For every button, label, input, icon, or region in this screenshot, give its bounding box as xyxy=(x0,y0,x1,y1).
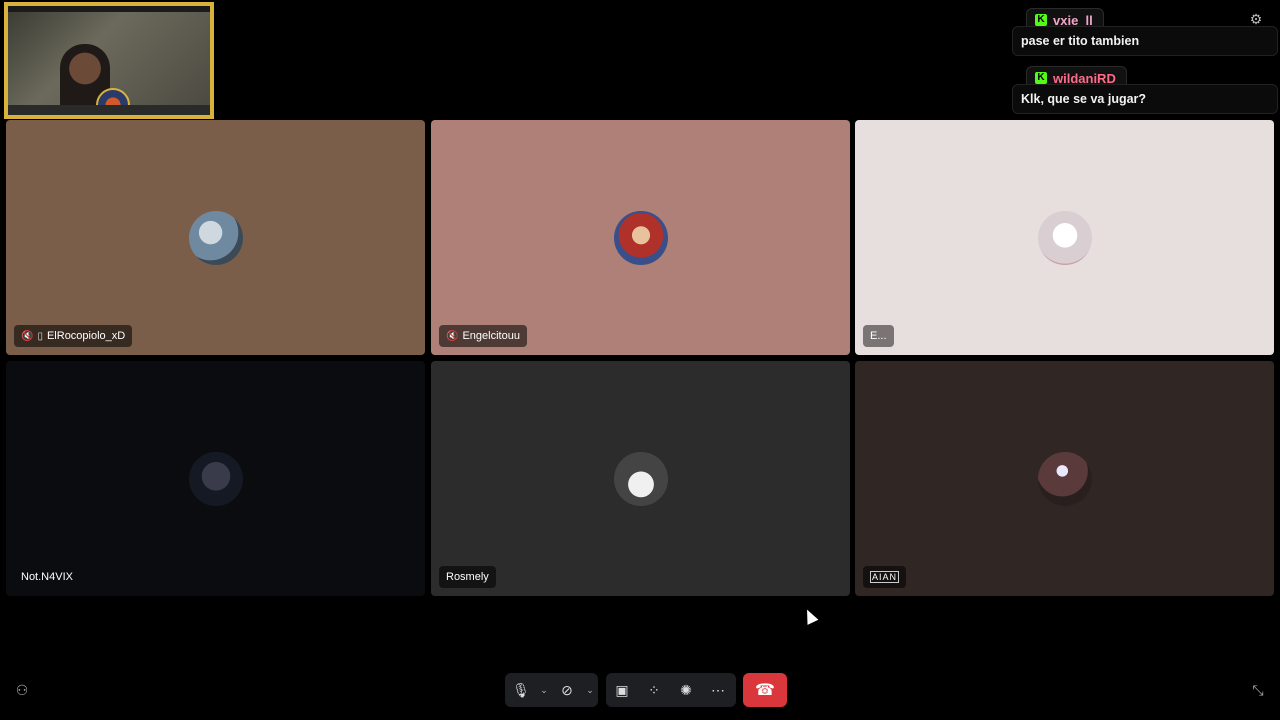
participant-name: Not.N4VIX xyxy=(21,571,73,583)
avatar xyxy=(614,211,668,265)
activity-controls: ▣ ⁘ ✺ ⋯ xyxy=(606,673,736,707)
mouse-cursor xyxy=(801,607,819,625)
participant-tile[interactable]: Not.N4VIX xyxy=(6,361,425,596)
participant-name-tag: Not.N4VIX xyxy=(14,566,80,588)
chat-text: pase er tito tambien xyxy=(1012,26,1278,56)
chat-text: Klk, que se va jugar? xyxy=(1012,84,1278,114)
avatar xyxy=(189,452,243,506)
kick-icon: K xyxy=(1035,14,1047,26)
webcam-frame-bottom xyxy=(8,105,210,115)
chevron-down-icon[interactable]: ⌄ xyxy=(583,673,597,707)
avatar xyxy=(1038,452,1092,506)
participant-tile[interactable]: 🔇 Engelcitouu xyxy=(431,120,850,355)
mute-icon: 🔇 xyxy=(21,330,34,342)
av-controls: 🎙 ⌄ ⊘ ⌄ xyxy=(505,673,598,707)
phone-icon: ▯ xyxy=(37,330,43,342)
participant-name: ElRocopiolo_xD xyxy=(46,330,126,342)
participant-name-tag: AIAN xyxy=(863,566,907,588)
participant-name: Engelcitouu xyxy=(462,330,520,342)
avatar xyxy=(1038,211,1092,265)
participant-tile[interactable]: Rosmely xyxy=(431,361,850,596)
participant-name-tag: Rosmely xyxy=(439,566,496,588)
participant-name-tag: 🔇 Engelcitouu xyxy=(439,325,527,347)
participant-tile[interactable]: E... xyxy=(855,120,1274,355)
chevron-down-icon[interactable]: ⌄ xyxy=(537,673,551,707)
screen-share-icon[interactable]: ▣ xyxy=(606,673,638,707)
camera-off-icon[interactable]: ⊘ xyxy=(551,673,583,707)
participant-name: AIAN xyxy=(870,571,900,583)
kick-icon: K xyxy=(1035,72,1047,84)
invite-user-icon[interactable]: ⚇ xyxy=(14,682,30,698)
webcam-frame-top xyxy=(8,6,210,12)
exit-fullscreen-icon[interactable]: ⤡ xyxy=(1250,682,1266,698)
streamer-webcam xyxy=(4,2,214,119)
participant-name-tag: 🔇 ▯ ElRocopiolo_xD xyxy=(14,325,133,347)
participant-name: Rosmely xyxy=(446,571,489,583)
participant-name: E... xyxy=(870,330,887,342)
participant-name-tag: E... xyxy=(863,325,894,347)
participant-tile[interactable]: 🔇 ▯ ElRocopiolo_xD xyxy=(6,120,425,355)
hang-up-icon: ☎ xyxy=(755,682,775,699)
avatar xyxy=(614,452,668,506)
microphone-icon[interactable]: 🎙 xyxy=(505,673,537,707)
participant-tile[interactable]: AIAN xyxy=(855,361,1274,596)
soundboard-icon[interactable]: ✺ xyxy=(670,673,702,707)
more-icon[interactable]: ⋯ xyxy=(702,673,734,707)
voice-call-stage: ⚙ K vxie_ll pase er tito tambien K wilda… xyxy=(0,0,1280,720)
hang-up-button[interactable]: ☎ xyxy=(743,673,787,707)
gear-icon[interactable]: ⚙ xyxy=(1248,11,1264,27)
activities-icon[interactable]: ⁘ xyxy=(638,673,670,707)
mute-icon: 🔇 xyxy=(446,330,459,342)
avatar xyxy=(189,211,243,265)
